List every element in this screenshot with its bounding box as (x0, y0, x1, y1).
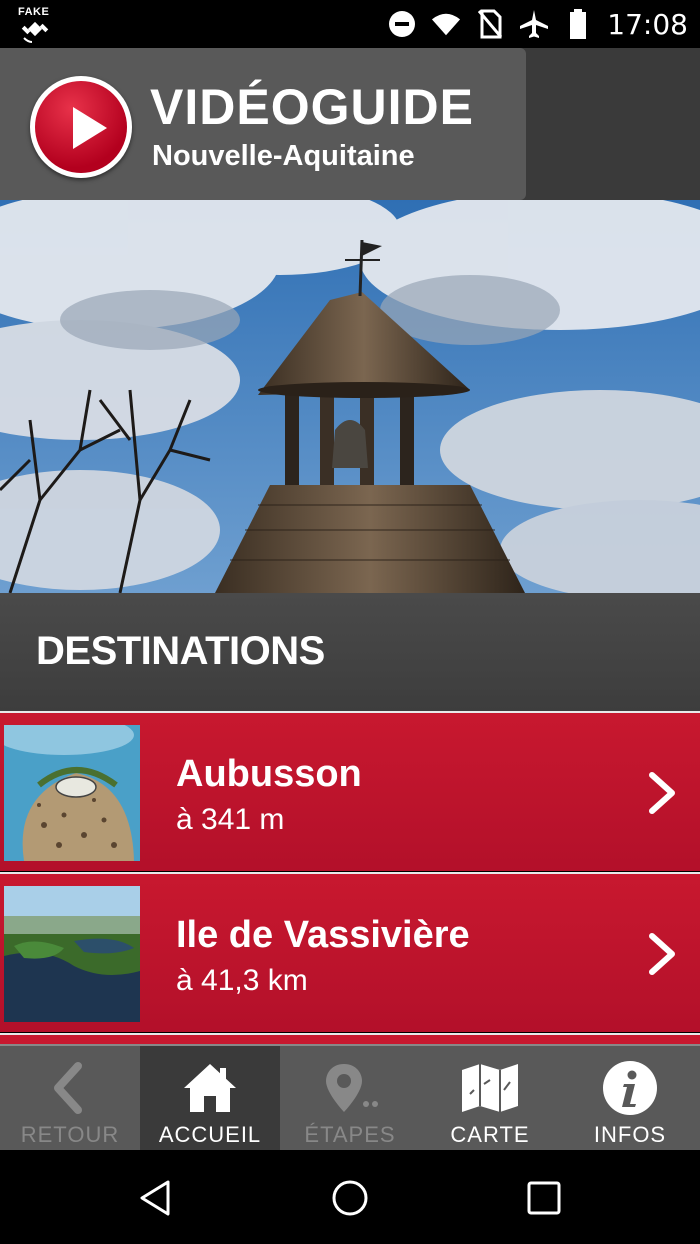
back-triangle-icon[interactable] (136, 1178, 176, 1218)
section-title: DESTINATIONS (36, 629, 325, 673)
destination-name: Aubusson (176, 753, 362, 795)
destination-thumbnail (4, 886, 140, 1022)
destination-distance: à 41,3 km (176, 964, 308, 997)
satellite-icon (21, 21, 49, 43)
destination-thumbnail (4, 725, 140, 861)
play-logo-icon (30, 76, 132, 178)
app-title: VIDÉOGUIDE (150, 79, 474, 135)
map-icon (462, 1064, 518, 1112)
destination-item-aubusson[interactable]: Aubusson à 341 m (0, 711, 700, 871)
status-bar: FAKE 17:08 (0, 0, 700, 48)
no-sim-icon (475, 9, 505, 39)
chevron-right-icon (649, 772, 675, 814)
info-icon (603, 1061, 657, 1115)
destination-distance: à 341 m (176, 803, 285, 836)
app-logo: VIDÉOGUIDE Nouvelle-Aquitaine (0, 48, 526, 200)
battery-icon (563, 9, 593, 39)
home-circle-icon[interactable] (330, 1178, 370, 1218)
chevron-right-icon (649, 933, 675, 975)
recents-square-icon[interactable] (524, 1178, 564, 1218)
destinations-header: DESTINATIONS (0, 593, 700, 711)
tab-carte[interactable]: CARTE (420, 1046, 560, 1152)
back-chevron-icon (54, 1062, 82, 1114)
system-nav-bar (0, 1150, 700, 1244)
app-subtitle: Nouvelle-Aquitaine (152, 140, 415, 172)
wifi-icon (431, 9, 461, 39)
tab-label: ACCUEIL (158, 1122, 262, 1147)
tab-label: INFOS (593, 1122, 667, 1147)
tab-etapes[interactable]: ÉTAPES (280, 1046, 420, 1152)
destination-name: Ile de Vassivière (176, 914, 470, 956)
do-not-disturb-icon (387, 9, 417, 39)
tab-label: RETOUR (20, 1122, 120, 1147)
hero-image (0, 200, 700, 593)
tab-label: CARTE (450, 1122, 530, 1147)
clock: 17:08 (607, 7, 688, 41)
tab-accueil[interactable]: ACCUEIL (140, 1046, 280, 1152)
app-header: VIDÉOGUIDE Nouvelle-Aquitaine (0, 48, 700, 200)
bottom-tab-bar: RETOUR ACCUEIL ÉTAPES CARTE INFOS (0, 1044, 700, 1152)
tab-retour[interactable]: RETOUR (0, 1046, 140, 1152)
destination-item-vassiviere[interactable]: Ile de Vassivière à 41,3 km (0, 872, 700, 1032)
tab-label: ÉTAPES (304, 1122, 396, 1147)
location-pin-icon (326, 1064, 378, 1112)
home-icon (184, 1064, 236, 1112)
airplane-mode-icon (519, 9, 549, 39)
tab-infos[interactable]: INFOS (560, 1046, 700, 1152)
